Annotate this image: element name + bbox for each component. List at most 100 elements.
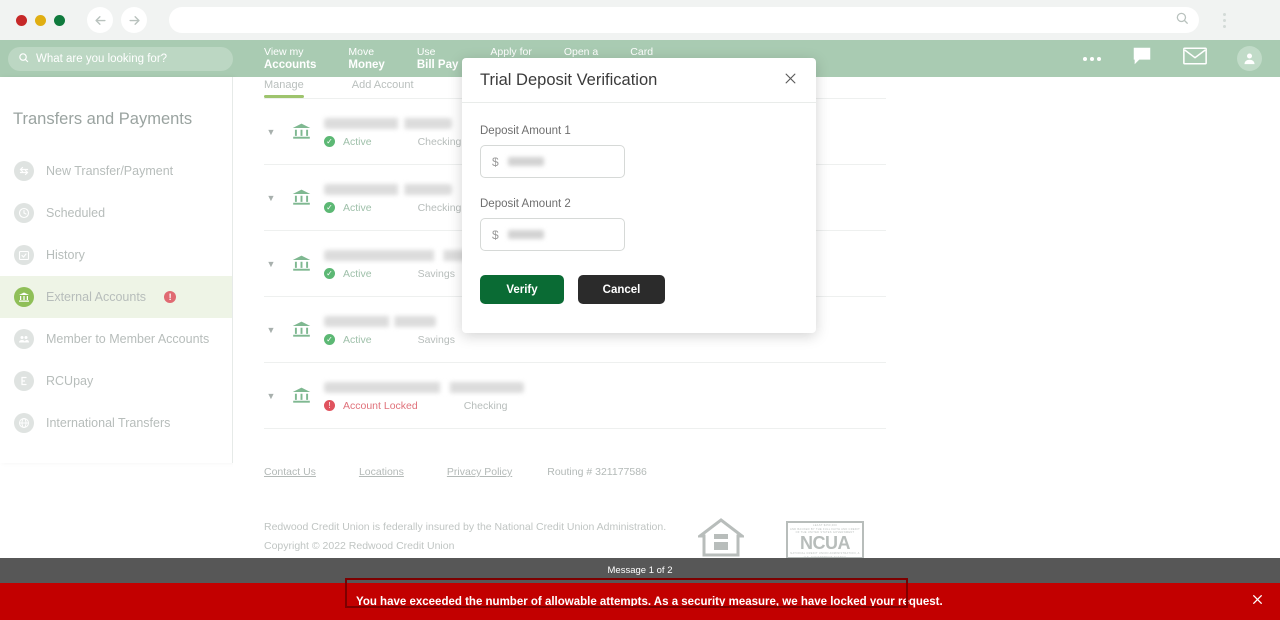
currency-prefix: $ [492, 227, 499, 242]
rcupay-icon [14, 371, 34, 391]
footer-link-contact-us[interactable]: Contact Us [264, 466, 316, 478]
close-icon [1253, 595, 1262, 604]
routing-number: Routing # 321177586 [547, 466, 647, 478]
sidebar: Transfers and Payments New Transfer/Paym… [0, 77, 233, 463]
trial-deposit-verification-modal: Trial Deposit Verification Deposit Amoun… [462, 58, 816, 333]
deposit-amount-1-input[interactable]: $ [480, 145, 625, 178]
search-icon [18, 50, 29, 68]
account-name-redacted [324, 315, 436, 327]
sidebar-item-history[interactable]: History [0, 234, 232, 276]
more-options-button[interactable] [1083, 56, 1101, 61]
bank-icon [288, 319, 314, 340]
bank-icon [288, 253, 314, 274]
nav-utility-icons [1083, 45, 1262, 72]
verify-button[interactable]: Verify [480, 275, 564, 304]
bank-icon [288, 187, 314, 208]
message-bar-region: Message 1 of 2 You have exceeded the num… [0, 558, 1280, 620]
nav-item-accounts[interactable]: View my Accounts [248, 46, 332, 71]
status-badge: Active [343, 333, 372, 346]
deposit-amount-2-input[interactable]: $ [480, 218, 625, 251]
cancel-button[interactable]: Cancel [578, 275, 665, 304]
sidebar-item-label: RCUpay [46, 374, 94, 388]
nav-item-move-money[interactable]: Move Money [332, 46, 400, 71]
chevron-down-icon[interactable]: ▼ [264, 193, 278, 203]
message-counter: Message 1 of 2 [0, 558, 1280, 583]
modal-body: Deposit Amount 1 $ Deposit Amount 2 $ Ve… [462, 103, 816, 304]
chevron-down-icon[interactable]: ▼ [264, 127, 278, 137]
nav-item-open-a[interactable]: Open a [548, 46, 614, 59]
equal-housing-lender-icon [698, 518, 744, 557]
tab-add-account[interactable]: Add Account [352, 79, 414, 98]
close-window-button[interactable] [16, 14, 27, 26]
deposit-amount-2-label: Deposit Amount 2 [480, 198, 571, 210]
nav-item-line2: Bill Pay [416, 58, 459, 71]
sidebar-item-label: History [46, 248, 85, 262]
sidebar-item-external-accounts[interactable]: External Accounts ! [0, 276, 232, 318]
nav-item-line1: Apply for [490, 46, 532, 58]
account-info: ✓ Active Checking [324, 116, 461, 148]
footer-link-locations[interactable]: Locations [359, 466, 404, 478]
sidebar-item-international-transfers[interactable]: International Transfers [0, 402, 232, 444]
nav-item-line1: Move [348, 46, 375, 58]
site-search-input[interactable]: What are you looking for? [8, 46, 233, 71]
forward-button[interactable] [121, 7, 147, 33]
sidebar-item-label: Scheduled [46, 206, 106, 220]
footer-logos: YOUR SAVINGS FEDERALLY INSURED TO AT LEA… [698, 517, 864, 559]
forward-arrow-icon [128, 15, 140, 25]
bank-icon [14, 287, 34, 307]
browser-menu-button[interactable] [1213, 7, 1235, 33]
chevron-down-icon[interactable]: ▼ [264, 325, 278, 335]
modal-close-button[interactable] [783, 71, 798, 89]
envelope-icon [1183, 47, 1207, 65]
close-icon [785, 73, 796, 84]
nav-item-line1: Use [416, 46, 436, 58]
account-meta: ✓ Active Checking [324, 202, 461, 214]
browser-nav-buttons [87, 7, 147, 33]
zoom-window-button[interactable] [54, 14, 65, 26]
bank-icon [288, 121, 314, 142]
nav-item-line2: Money [348, 58, 385, 71]
account-info: ! Account Locked Checking [324, 380, 524, 412]
sidebar-item-rcupay[interactable]: RCUpay [0, 360, 232, 402]
mail-button[interactable] [1183, 47, 1207, 70]
chevron-down-icon[interactable]: ▼ [264, 259, 278, 269]
sidebar-title: Transfers and Payments [13, 110, 193, 128]
account-meta: ! Account Locked Checking [324, 400, 524, 412]
user-avatar[interactable] [1237, 46, 1262, 71]
minimize-window-button[interactable] [35, 14, 46, 26]
sidebar-item-label: External Accounts [46, 290, 147, 304]
nav-item-line1: Open a [563, 46, 599, 58]
ncua-word: NCUA [800, 533, 851, 554]
modal-header: Trial Deposit Verification [462, 58, 816, 103]
footer-link-privacy-policy[interactable]: Privacy Policy [447, 466, 512, 478]
nav-item-card[interactable]: Card [614, 46, 669, 59]
nav-item-apply-for[interactable]: Apply for [474, 46, 547, 59]
status-ok-icon: ✓ [324, 334, 335, 345]
url-bar[interactable] [169, 7, 1199, 33]
sidebar-item-new-transfer-payment[interactable]: New Transfer/Payment [0, 150, 232, 192]
calendar-check-icon [14, 245, 34, 265]
account-info: ✓ Active Savings [324, 314, 455, 346]
chat-button[interactable] [1131, 45, 1153, 72]
message-close-button[interactable] [1251, 593, 1264, 610]
ncua-logo: YOUR SAVINGS FEDERALLY INSURED TO AT LEA… [786, 521, 864, 559]
sidebar-item-label: Member to Member Accounts [46, 332, 210, 346]
browser-chrome [0, 0, 1280, 40]
user-avatar-icon [1244, 53, 1255, 65]
tab-manage[interactable]: Manage [264, 79, 304, 98]
chevron-down-icon[interactable]: ▼ [264, 391, 278, 401]
account-info: ✓ Active Checking [324, 182, 461, 214]
account-type: Checking [417, 201, 462, 214]
nav-item-line1: View my [264, 46, 304, 58]
sidebar-item-member-to-member-accounts[interactable]: Member to Member Accounts [0, 318, 232, 360]
sidebar-item-label: New Transfer/Payment [46, 164, 174, 178]
back-button[interactable] [87, 7, 113, 33]
account-row[interactable]: ▼ ! Account Locked Checking [264, 363, 886, 429]
sidebar-item-scheduled[interactable]: Scheduled [0, 192, 232, 234]
account-name-redacted [324, 381, 524, 393]
status-ok-icon: ✓ [324, 268, 335, 279]
account-type: Checking [417, 135, 462, 148]
url-search-icon [1175, 11, 1189, 30]
account-meta: ✓ Active Savings [324, 334, 455, 346]
status-badge: Active [343, 201, 372, 214]
